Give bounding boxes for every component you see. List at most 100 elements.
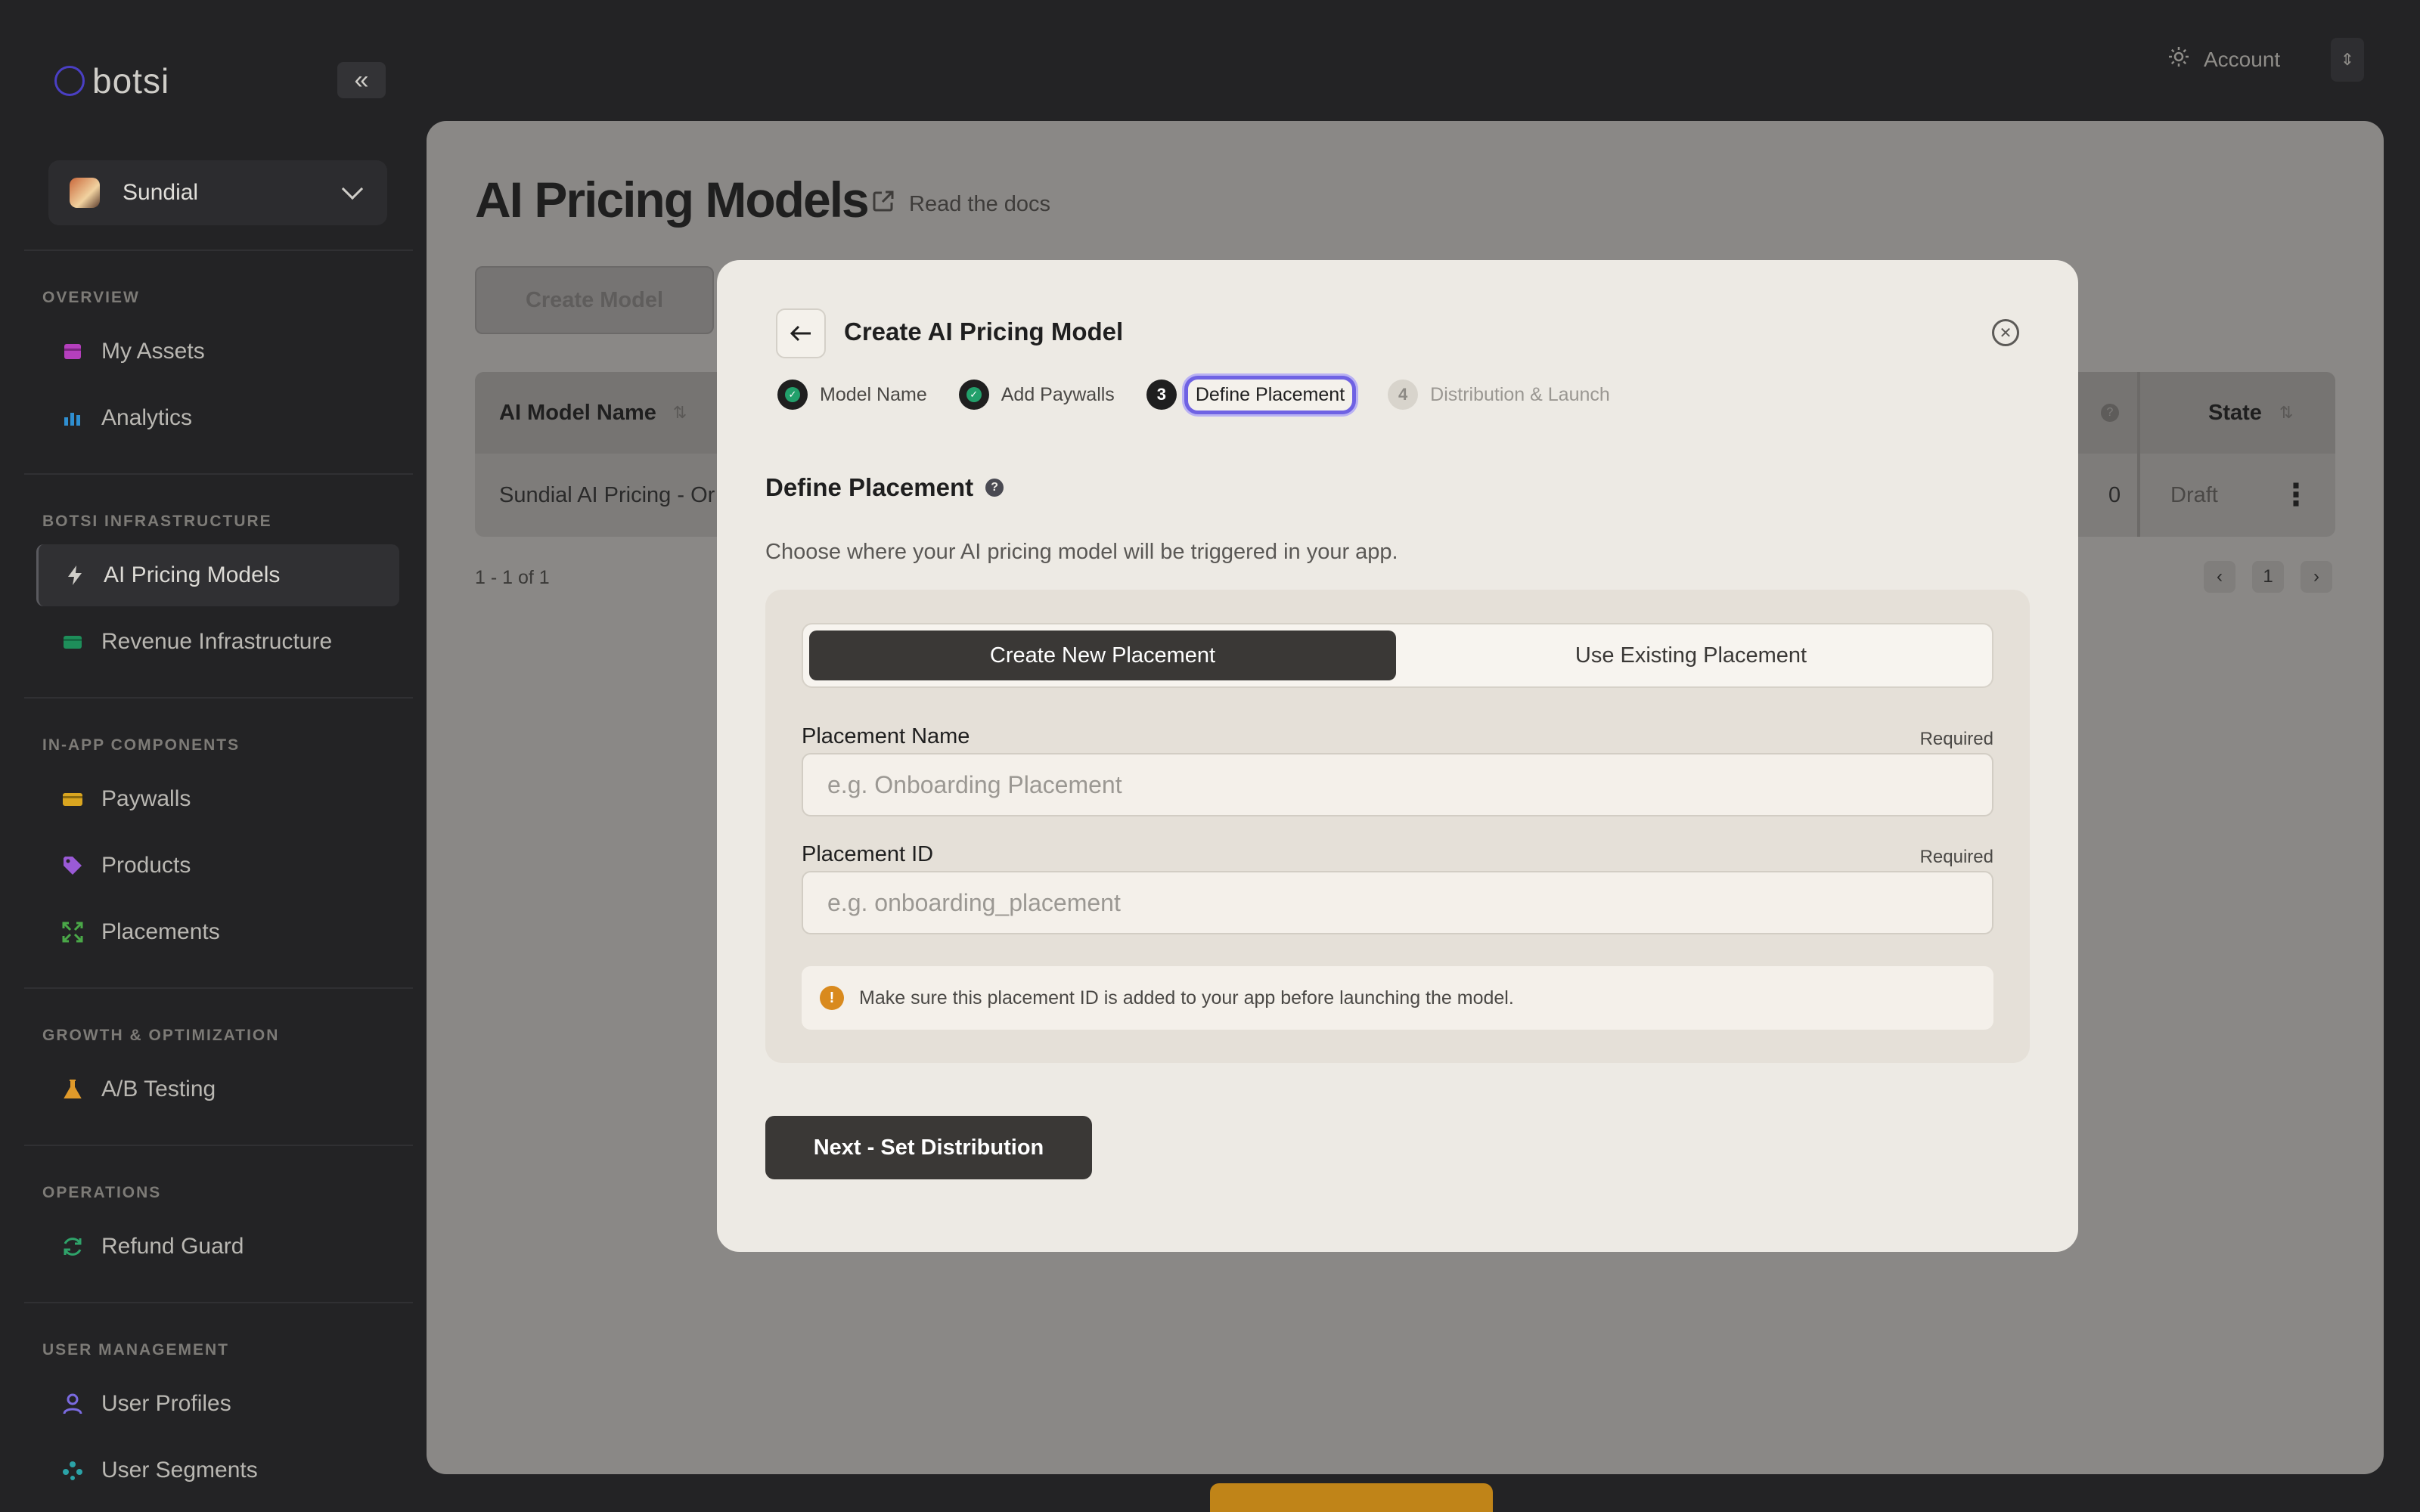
chevron-up-down-icon: ⇕: [2340, 50, 2355, 69]
collapse-sidebar-button[interactable]: «: [337, 62, 386, 98]
placement-name-label: Placement Name: [802, 724, 970, 748]
expand-icon: [62, 922, 83, 943]
sidebar-item-paywalls[interactable]: Paywalls: [36, 768, 399, 830]
more-options-icon[interactable]: ⋮: [2281, 478, 2311, 513]
create-model-modal: Create AI Pricing Model ✕ ✓ Model Name ✓…: [717, 260, 2078, 1252]
sidebar-item-placements[interactable]: Placements: [36, 901, 399, 963]
column-header-name[interactable]: AI Model Name: [499, 401, 656, 426]
wallet-icon: [62, 789, 83, 810]
back-button[interactable]: [776, 308, 826, 358]
logo-icon: [54, 66, 85, 96]
sidebar-item-revenue-infrastructure[interactable]: Revenue Infrastructure: [36, 611, 399, 673]
sidebar-item-user-segments[interactable]: User Segments: [36, 1439, 399, 1501]
placement-form-card: Create New Placement Use Existing Placem…: [765, 590, 2030, 1063]
sort-icon[interactable]: ⇅: [2279, 403, 2293, 423]
check-circle-icon: ✓: [958, 380, 989, 410]
refresh-icon: [62, 1236, 83, 1257]
prev-page-button[interactable]: ‹: [2204, 561, 2235, 593]
pagination-summary: 1 - 1 of 1: [475, 567, 550, 588]
sidebar-item-user-profiles[interactable]: User Profiles: [36, 1373, 399, 1435]
state-cell: Draft: [2170, 482, 2218, 507]
sidebar-item-label: AI Pricing Models: [104, 562, 281, 587]
sidebar-divider: [24, 1145, 413, 1146]
section-label-growth: GROWTH & OPTIMIZATION: [42, 1027, 280, 1044]
column-header-state[interactable]: State: [2208, 401, 2262, 426]
logo[interactable]: botsi: [54, 60, 169, 101]
required-label: Required: [1919, 729, 1993, 749]
sidebar-item-analytics[interactable]: Analytics: [36, 387, 399, 449]
sidebar-item-my-assets[interactable]: My Assets: [36, 321, 399, 383]
section-label-operations: OPERATIONS: [42, 1184, 162, 1201]
help-icon[interactable]: ?: [2101, 404, 2119, 422]
double-chevron-left-icon: «: [354, 65, 369, 94]
placement-name-input[interactable]: [802, 753, 1993, 816]
section-label-overview: OVERVIEW: [42, 289, 140, 306]
tag-icon: [62, 855, 83, 876]
step-distribution-launch[interactable]: 4 Distribution & Launch: [1388, 380, 1610, 410]
sidebar-item-label: Paywalls: [101, 786, 191, 811]
page-number-button[interactable]: 1: [2252, 561, 2284, 593]
bar-chart-icon: [62, 407, 83, 429]
workspace-selector[interactable]: Sundial: [48, 160, 387, 225]
card-icon: [62, 631, 83, 652]
create-model-button[interactable]: Create Model: [475, 266, 714, 334]
placement-mode-toggle: Create New Placement Use Existing Placem…: [802, 623, 1993, 688]
read-docs-link[interactable]: Read the docs: [871, 189, 1050, 219]
page-title: AI Pricing Models: [475, 172, 870, 228]
next-page-button[interactable]: ›: [2301, 561, 2332, 593]
sidebar-item-ab-testing[interactable]: A/B Testing: [36, 1058, 399, 1120]
sidebar-divider: [24, 473, 413, 475]
sidebar-item-ai-pricing-models[interactable]: AI Pricing Models: [36, 544, 399, 606]
sidebar-item-label: A/B Testing: [101, 1077, 216, 1101]
sidebar-item-label: User Segments: [101, 1458, 258, 1483]
step-label: Define Placement: [1184, 375, 1357, 414]
brand-name: botsi: [92, 61, 170, 101]
chevron-right-icon: ›: [2313, 566, 2319, 587]
bottom-tab[interactable]: [1210, 1483, 1493, 1512]
placement-notice: ! Make sure this placement ID is added t…: [802, 966, 1993, 1030]
workspace-avatar: [70, 178, 100, 208]
step-define-placement[interactable]: 3 Define Placement: [1146, 375, 1357, 414]
close-icon: ✕: [1999, 324, 2012, 342]
warning-icon: !: [820, 986, 844, 1010]
step-number: 4: [1388, 380, 1419, 410]
sidebar-item-refund-guard[interactable]: Refund Guard: [36, 1216, 399, 1278]
read-docs-label: Read the docs: [909, 191, 1051, 216]
section-label-infrastructure: BOTSI INFRASTRUCTURE: [42, 513, 272, 530]
sidebar-item-products[interactable]: Products: [36, 835, 399, 897]
help-icon[interactable]: ?: [985, 479, 1004, 497]
sidebar-item-label: User Profiles: [101, 1391, 231, 1416]
sort-icon[interactable]: ⇅: [673, 403, 687, 423]
sidebar-item-label: My Assets: [101, 339, 205, 364]
step-number: 3: [1146, 380, 1177, 410]
step-label: Model Name: [820, 383, 927, 405]
sidebar-divider: [24, 987, 413, 989]
sidebar-divider: [24, 249, 413, 251]
account-button[interactable]: Account: [2167, 45, 2280, 73]
step-model-name[interactable]: ✓ Model Name: [777, 380, 927, 410]
use-existing-placement-tab[interactable]: Use Existing Placement: [1398, 631, 1984, 680]
expand-collapse-button[interactable]: ⇕: [2331, 38, 2364, 82]
arrow-left-icon: [790, 318, 812, 349]
step-add-paywalls[interactable]: ✓ Add Paywalls: [958, 380, 1115, 410]
box-icon: [62, 341, 83, 362]
account-label: Account: [2204, 47, 2281, 71]
section-title: Define Placement ?: [765, 473, 1004, 502]
create-new-placement-tab[interactable]: Create New Placement: [809, 631, 1396, 680]
step-label: Add Paywalls: [1001, 383, 1115, 405]
section-label-user-management: USER MANAGEMENT: [42, 1341, 230, 1359]
stepper: ✓ Model Name ✓ Add Paywalls 3 Define Pla…: [777, 372, 1642, 417]
sidebar-item-label: Refund Guard: [101, 1234, 244, 1259]
section-label-in-app: IN-APP COMPONENTS: [42, 736, 240, 754]
sidebar-item-label: Revenue Infrastructure: [101, 629, 333, 654]
flask-icon: [62, 1079, 83, 1100]
refunds-cell: 0: [2108, 482, 2121, 507]
column-divider: [2137, 372, 2140, 537]
next-set-distribution-button[interactable]: Next - Set Distribution: [765, 1116, 1092, 1179]
close-button[interactable]: ✕: [1992, 319, 2019, 346]
step-label: Distribution & Launch: [1430, 383, 1610, 405]
chevron-down-icon: [341, 178, 364, 200]
chevron-left-icon: ‹: [2217, 566, 2223, 587]
placement-id-input[interactable]: [802, 871, 1993, 934]
lightning-icon: [64, 565, 85, 586]
